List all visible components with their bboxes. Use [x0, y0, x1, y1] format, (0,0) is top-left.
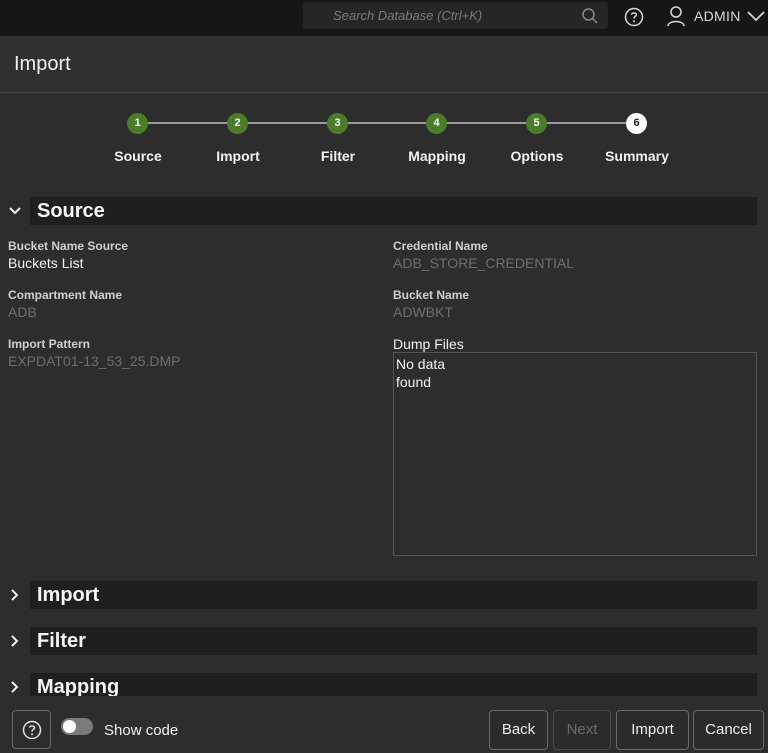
step-5-label[interactable]: Options [487, 148, 587, 164]
chevron-down-icon[interactable] [746, 9, 766, 23]
step-6-label[interactable]: Summary [587, 148, 687, 164]
cancel-button[interactable]: Cancel [693, 710, 764, 750]
compartment-name-label: Compartment Name [8, 288, 123, 302]
next-button[interactable]: Next [553, 710, 611, 750]
show-code-toggle[interactable] [61, 718, 93, 735]
collapsed-sections: Import Filter Mapping [0, 560, 768, 696]
dump-files-list[interactable]: No data found [393, 352, 757, 556]
section-title-mapping: Mapping [37, 676, 120, 696]
chevron-down-icon[interactable] [6, 202, 24, 220]
dump-files-label: Dump Files [393, 336, 464, 352]
search-placeholder: Search Database (Ctrl+K) [333, 8, 483, 23]
user-icon[interactable] [666, 5, 686, 27]
section-title-import: Import [37, 584, 100, 606]
section-header-filter[interactable]: Filter [30, 627, 757, 655]
step-3-label[interactable]: Filter [288, 148, 388, 164]
user-name[interactable]: ADMIN [694, 8, 741, 24]
step-5-dot[interactable]: 5 [526, 113, 547, 134]
page-header: Import [0, 36, 768, 93]
section-header-mapping[interactable]: Mapping [30, 673, 757, 696]
import-pattern-value: EXPDAT01-13_53_25.DMP [8, 353, 181, 369]
page-title: Import [14, 53, 71, 75]
import-pattern-label: Import Pattern [8, 337, 91, 351]
back-button[interactable]: Back [489, 710, 548, 750]
step-6-dot[interactable]: 6 [626, 113, 647, 134]
top-bar: Search Database (Ctrl+K) ADMIN [0, 0, 768, 36]
bucket-name-label: Bucket Name [393, 288, 470, 302]
stepper-line [138, 122, 638, 124]
chevron-right-icon[interactable] [6, 586, 24, 604]
bucket-name-source-label: Bucket Name Source [8, 239, 129, 253]
search-input[interactable]: Search Database (Ctrl+K) [303, 2, 608, 29]
section-header-import[interactable]: Import [30, 581, 757, 609]
help-icon [22, 720, 42, 740]
bucket-name-source-value: Buckets List [8, 255, 84, 271]
step-1-dot[interactable]: 1 [127, 113, 148, 134]
wizard-stepper: 1 2 3 4 5 6 Source Import Filter Mapping… [0, 93, 768, 183]
credential-name-label: Credential Name [393, 239, 488, 253]
help-button[interactable] [12, 710, 51, 749]
step-4-dot[interactable]: 4 [426, 113, 447, 134]
credential-name-value: ADB_STORE_CREDENTIAL [393, 255, 575, 271]
step-1-label[interactable]: Source [88, 148, 188, 164]
help-icon[interactable] [624, 7, 644, 27]
step-2-dot[interactable]: 2 [227, 113, 248, 134]
chevron-right-icon[interactable] [6, 632, 24, 650]
search-icon[interactable] [581, 7, 599, 25]
section-title-source: Source [37, 200, 105, 222]
dump-files-empty-text: No data found [396, 356, 446, 390]
toggle-knob [63, 720, 76, 733]
step-3-dot[interactable]: 3 [327, 113, 348, 134]
step-4-label[interactable]: Mapping [387, 148, 487, 164]
import-button[interactable]: Import [616, 710, 689, 750]
bucket-name-value: ADWBKT [393, 304, 453, 320]
footer-bar: Show code Back Next Import Cancel [0, 696, 768, 753]
section-header-source[interactable]: Source [30, 197, 757, 225]
step-2-label[interactable]: Import [188, 148, 288, 164]
chevron-right-icon[interactable] [6, 678, 24, 696]
show-code-label[interactable]: Show code [104, 722, 178, 739]
compartment-name-value: ADB [8, 304, 37, 320]
section-title-filter: Filter [37, 630, 86, 652]
